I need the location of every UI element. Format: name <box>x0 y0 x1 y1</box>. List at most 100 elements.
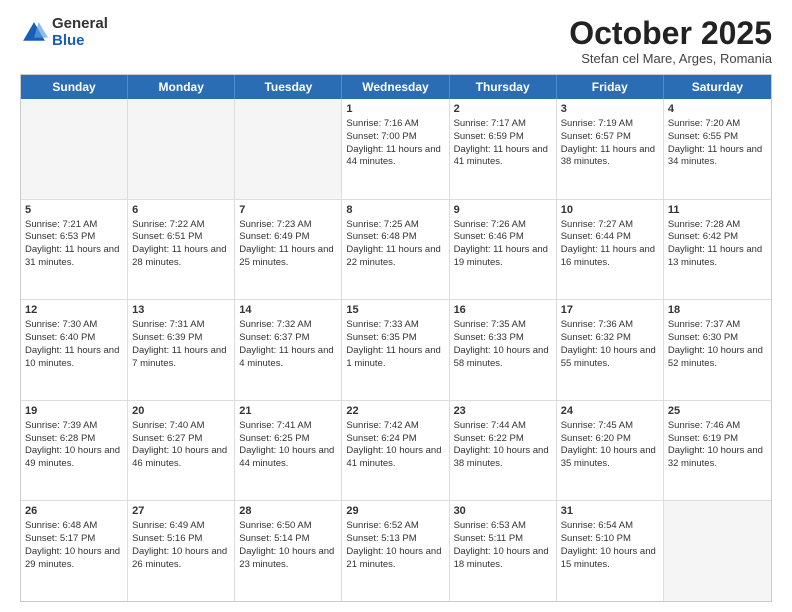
calendar-cell: 14Sunrise: 7:32 AM Sunset: 6:37 PM Dayli… <box>235 300 342 400</box>
calendar-cell: 10Sunrise: 7:27 AM Sunset: 6:44 PM Dayli… <box>557 200 664 300</box>
calendar-cell: 26Sunrise: 6:48 AM Sunset: 5:17 PM Dayli… <box>21 501 128 601</box>
day-info: Sunrise: 7:20 AM Sunset: 6:55 PM Dayligh… <box>668 118 762 167</box>
day-info: Sunrise: 7:19 AM Sunset: 6:57 PM Dayligh… <box>561 118 655 167</box>
calendar-cell <box>664 501 771 601</box>
calendar-cell: 2Sunrise: 7:17 AM Sunset: 6:59 PM Daylig… <box>450 99 557 199</box>
calendar-cell <box>235 99 342 199</box>
day-info: Sunrise: 7:30 AM Sunset: 6:40 PM Dayligh… <box>25 319 119 368</box>
day-info: Sunrise: 7:22 AM Sunset: 6:51 PM Dayligh… <box>132 219 226 268</box>
day-number: 3 <box>561 102 659 117</box>
day-info: Sunrise: 7:27 AM Sunset: 6:44 PM Dayligh… <box>561 219 655 268</box>
day-number: 2 <box>454 102 552 117</box>
day-number: 16 <box>454 303 552 318</box>
day-number: 27 <box>132 504 230 519</box>
day-number: 8 <box>346 203 444 218</box>
month-title: October 2025 <box>569 16 772 51</box>
day-info: Sunrise: 7:31 AM Sunset: 6:39 PM Dayligh… <box>132 319 226 368</box>
day-info: Sunrise: 6:49 AM Sunset: 5:16 PM Dayligh… <box>132 520 227 569</box>
day-info: Sunrise: 7:26 AM Sunset: 6:46 PM Dayligh… <box>454 219 548 268</box>
calendar-cell: 30Sunrise: 6:53 AM Sunset: 5:11 PM Dayli… <box>450 501 557 601</box>
calendar-cell: 12Sunrise: 7:30 AM Sunset: 6:40 PM Dayli… <box>21 300 128 400</box>
header: General Blue October 2025 Stefan cel Mar… <box>20 16 772 66</box>
day-number: 4 <box>668 102 767 117</box>
calendar-cell: 13Sunrise: 7:31 AM Sunset: 6:39 PM Dayli… <box>128 300 235 400</box>
weekday-header: Wednesday <box>342 75 449 99</box>
logo-blue-text: Blue <box>52 33 108 50</box>
calendar-cell <box>21 99 128 199</box>
day-info: Sunrise: 7:25 AM Sunset: 6:48 PM Dayligh… <box>346 219 440 268</box>
day-info: Sunrise: 7:33 AM Sunset: 6:35 PM Dayligh… <box>346 319 440 368</box>
calendar-row: 19Sunrise: 7:39 AM Sunset: 6:28 PM Dayli… <box>21 401 771 502</box>
day-info: Sunrise: 6:48 AM Sunset: 5:17 PM Dayligh… <box>25 520 120 569</box>
day-number: 18 <box>668 303 767 318</box>
calendar-cell: 27Sunrise: 6:49 AM Sunset: 5:16 PM Dayli… <box>128 501 235 601</box>
day-number: 25 <box>668 404 767 419</box>
day-number: 14 <box>239 303 337 318</box>
calendar-cell: 16Sunrise: 7:35 AM Sunset: 6:33 PM Dayli… <box>450 300 557 400</box>
day-number: 28 <box>239 504 337 519</box>
day-number: 29 <box>346 504 444 519</box>
day-number: 6 <box>132 203 230 218</box>
calendar-cell: 22Sunrise: 7:42 AM Sunset: 6:24 PM Dayli… <box>342 401 449 501</box>
day-number: 24 <box>561 404 659 419</box>
title-block: October 2025 Stefan cel Mare, Arges, Rom… <box>569 16 772 66</box>
day-number: 26 <box>25 504 123 519</box>
calendar-cell: 17Sunrise: 7:36 AM Sunset: 6:32 PM Dayli… <box>557 300 664 400</box>
day-number: 12 <box>25 303 123 318</box>
day-number: 30 <box>454 504 552 519</box>
day-info: Sunrise: 7:23 AM Sunset: 6:49 PM Dayligh… <box>239 219 333 268</box>
day-info: Sunrise: 6:54 AM Sunset: 5:10 PM Dayligh… <box>561 520 656 569</box>
calendar-row: 1Sunrise: 7:16 AM Sunset: 7:00 PM Daylig… <box>21 99 771 200</box>
day-info: Sunrise: 7:16 AM Sunset: 7:00 PM Dayligh… <box>346 118 440 167</box>
day-number: 21 <box>239 404 337 419</box>
day-info: Sunrise: 7:39 AM Sunset: 6:28 PM Dayligh… <box>25 420 120 469</box>
calendar-cell: 15Sunrise: 7:33 AM Sunset: 6:35 PM Dayli… <box>342 300 449 400</box>
day-info: Sunrise: 7:35 AM Sunset: 6:33 PM Dayligh… <box>454 319 549 368</box>
calendar-cell: 6Sunrise: 7:22 AM Sunset: 6:51 PM Daylig… <box>128 200 235 300</box>
day-info: Sunrise: 6:52 AM Sunset: 5:13 PM Dayligh… <box>346 520 441 569</box>
day-number: 17 <box>561 303 659 318</box>
day-info: Sunrise: 7:37 AM Sunset: 6:30 PM Dayligh… <box>668 319 763 368</box>
calendar-cell: 7Sunrise: 7:23 AM Sunset: 6:49 PM Daylig… <box>235 200 342 300</box>
day-info: Sunrise: 7:42 AM Sunset: 6:24 PM Dayligh… <box>346 420 441 469</box>
day-number: 13 <box>132 303 230 318</box>
day-number: 22 <box>346 404 444 419</box>
calendar-cell: 5Sunrise: 7:21 AM Sunset: 6:53 PM Daylig… <box>21 200 128 300</box>
day-number: 20 <box>132 404 230 419</box>
day-number: 10 <box>561 203 659 218</box>
calendar-cell: 25Sunrise: 7:46 AM Sunset: 6:19 PM Dayli… <box>664 401 771 501</box>
day-number: 15 <box>346 303 444 318</box>
day-number: 9 <box>454 203 552 218</box>
weekday-header: Friday <box>557 75 664 99</box>
calendar-cell: 31Sunrise: 6:54 AM Sunset: 5:10 PM Dayli… <box>557 501 664 601</box>
calendar-cell: 8Sunrise: 7:25 AM Sunset: 6:48 PM Daylig… <box>342 200 449 300</box>
day-info: Sunrise: 7:44 AM Sunset: 6:22 PM Dayligh… <box>454 420 549 469</box>
day-number: 11 <box>668 203 767 218</box>
day-info: Sunrise: 7:36 AM Sunset: 6:32 PM Dayligh… <box>561 319 656 368</box>
calendar-cell: 20Sunrise: 7:40 AM Sunset: 6:27 PM Dayli… <box>128 401 235 501</box>
calendar-row: 26Sunrise: 6:48 AM Sunset: 5:17 PM Dayli… <box>21 501 771 601</box>
calendar-row: 5Sunrise: 7:21 AM Sunset: 6:53 PM Daylig… <box>21 200 771 301</box>
location-subtitle: Stefan cel Mare, Arges, Romania <box>569 51 772 66</box>
day-info: Sunrise: 7:21 AM Sunset: 6:53 PM Dayligh… <box>25 219 119 268</box>
calendar-cell: 18Sunrise: 7:37 AM Sunset: 6:30 PM Dayli… <box>664 300 771 400</box>
day-number: 31 <box>561 504 659 519</box>
day-number: 23 <box>454 404 552 419</box>
weekday-header: Thursday <box>450 75 557 99</box>
calendar-cell: 1Sunrise: 7:16 AM Sunset: 7:00 PM Daylig… <box>342 99 449 199</box>
weekday-header: Saturday <box>664 75 771 99</box>
calendar-cell: 9Sunrise: 7:26 AM Sunset: 6:46 PM Daylig… <box>450 200 557 300</box>
day-info: Sunrise: 7:46 AM Sunset: 6:19 PM Dayligh… <box>668 420 763 469</box>
logo: General Blue <box>20 16 108 49</box>
calendar: SundayMondayTuesdayWednesdayThursdayFrid… <box>20 74 772 602</box>
calendar-row: 12Sunrise: 7:30 AM Sunset: 6:40 PM Dayli… <box>21 300 771 401</box>
calendar-cell: 3Sunrise: 7:19 AM Sunset: 6:57 PM Daylig… <box>557 99 664 199</box>
calendar-cell: 23Sunrise: 7:44 AM Sunset: 6:22 PM Dayli… <box>450 401 557 501</box>
logo-general-text: General <box>52 16 108 33</box>
calendar-cell: 24Sunrise: 7:45 AM Sunset: 6:20 PM Dayli… <box>557 401 664 501</box>
day-info: Sunrise: 7:45 AM Sunset: 6:20 PM Dayligh… <box>561 420 656 469</box>
day-info: Sunrise: 7:17 AM Sunset: 6:59 PM Dayligh… <box>454 118 548 167</box>
day-number: 19 <box>25 404 123 419</box>
weekday-header: Monday <box>128 75 235 99</box>
day-info: Sunrise: 6:53 AM Sunset: 5:11 PM Dayligh… <box>454 520 549 569</box>
